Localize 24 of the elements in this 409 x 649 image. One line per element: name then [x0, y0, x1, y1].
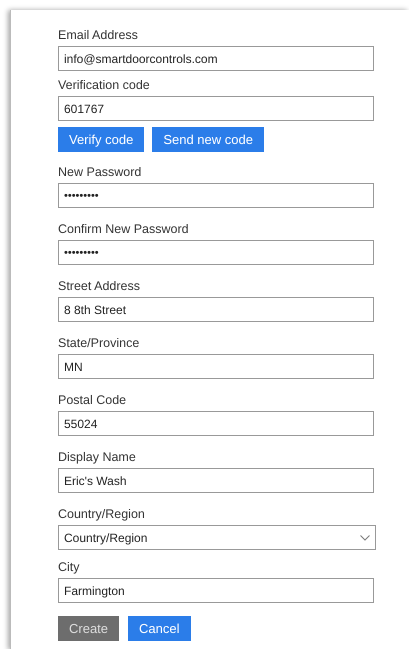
- field-label: Postal Code: [58, 392, 128, 409]
- field-label: Display Name: [58, 449, 137, 466]
- field-label: Verification code: [58, 77, 151, 94]
- input-field[interactable]: 601767: [58, 96, 374, 121]
- password-field[interactable]: •••••••••: [58, 183, 374, 208]
- form-button[interactable]: Cancel: [128, 616, 190, 641]
- input-field[interactable]: Eric's Wash: [58, 468, 374, 493]
- password-field[interactable]: •••••••••: [58, 240, 374, 265]
- field-label: New Password: [58, 164, 142, 181]
- input-field[interactable]: MN: [58, 354, 374, 379]
- input-field[interactable]: Farmington: [58, 578, 374, 603]
- form-button[interactable]: Send new code: [152, 127, 264, 152]
- field-label: City: [58, 559, 81, 576]
- dropdown[interactable]: Country/Region: [58, 525, 376, 550]
- field-label: State/Province: [58, 335, 140, 352]
- form-button[interactable]: Verify code: [58, 127, 144, 152]
- input-field[interactable]: 55024: [58, 411, 374, 436]
- field-label: Country/Region: [58, 506, 146, 523]
- input-field[interactable]: info@smartdoorcontrols.com: [58, 46, 374, 71]
- field-label: Email Address: [58, 27, 139, 44]
- field-label: Street Address: [58, 278, 141, 295]
- field-label: Confirm New Password: [58, 221, 190, 238]
- chevron-down-icon: [360, 534, 370, 540]
- input-field[interactable]: 8 8th Street: [58, 297, 374, 322]
